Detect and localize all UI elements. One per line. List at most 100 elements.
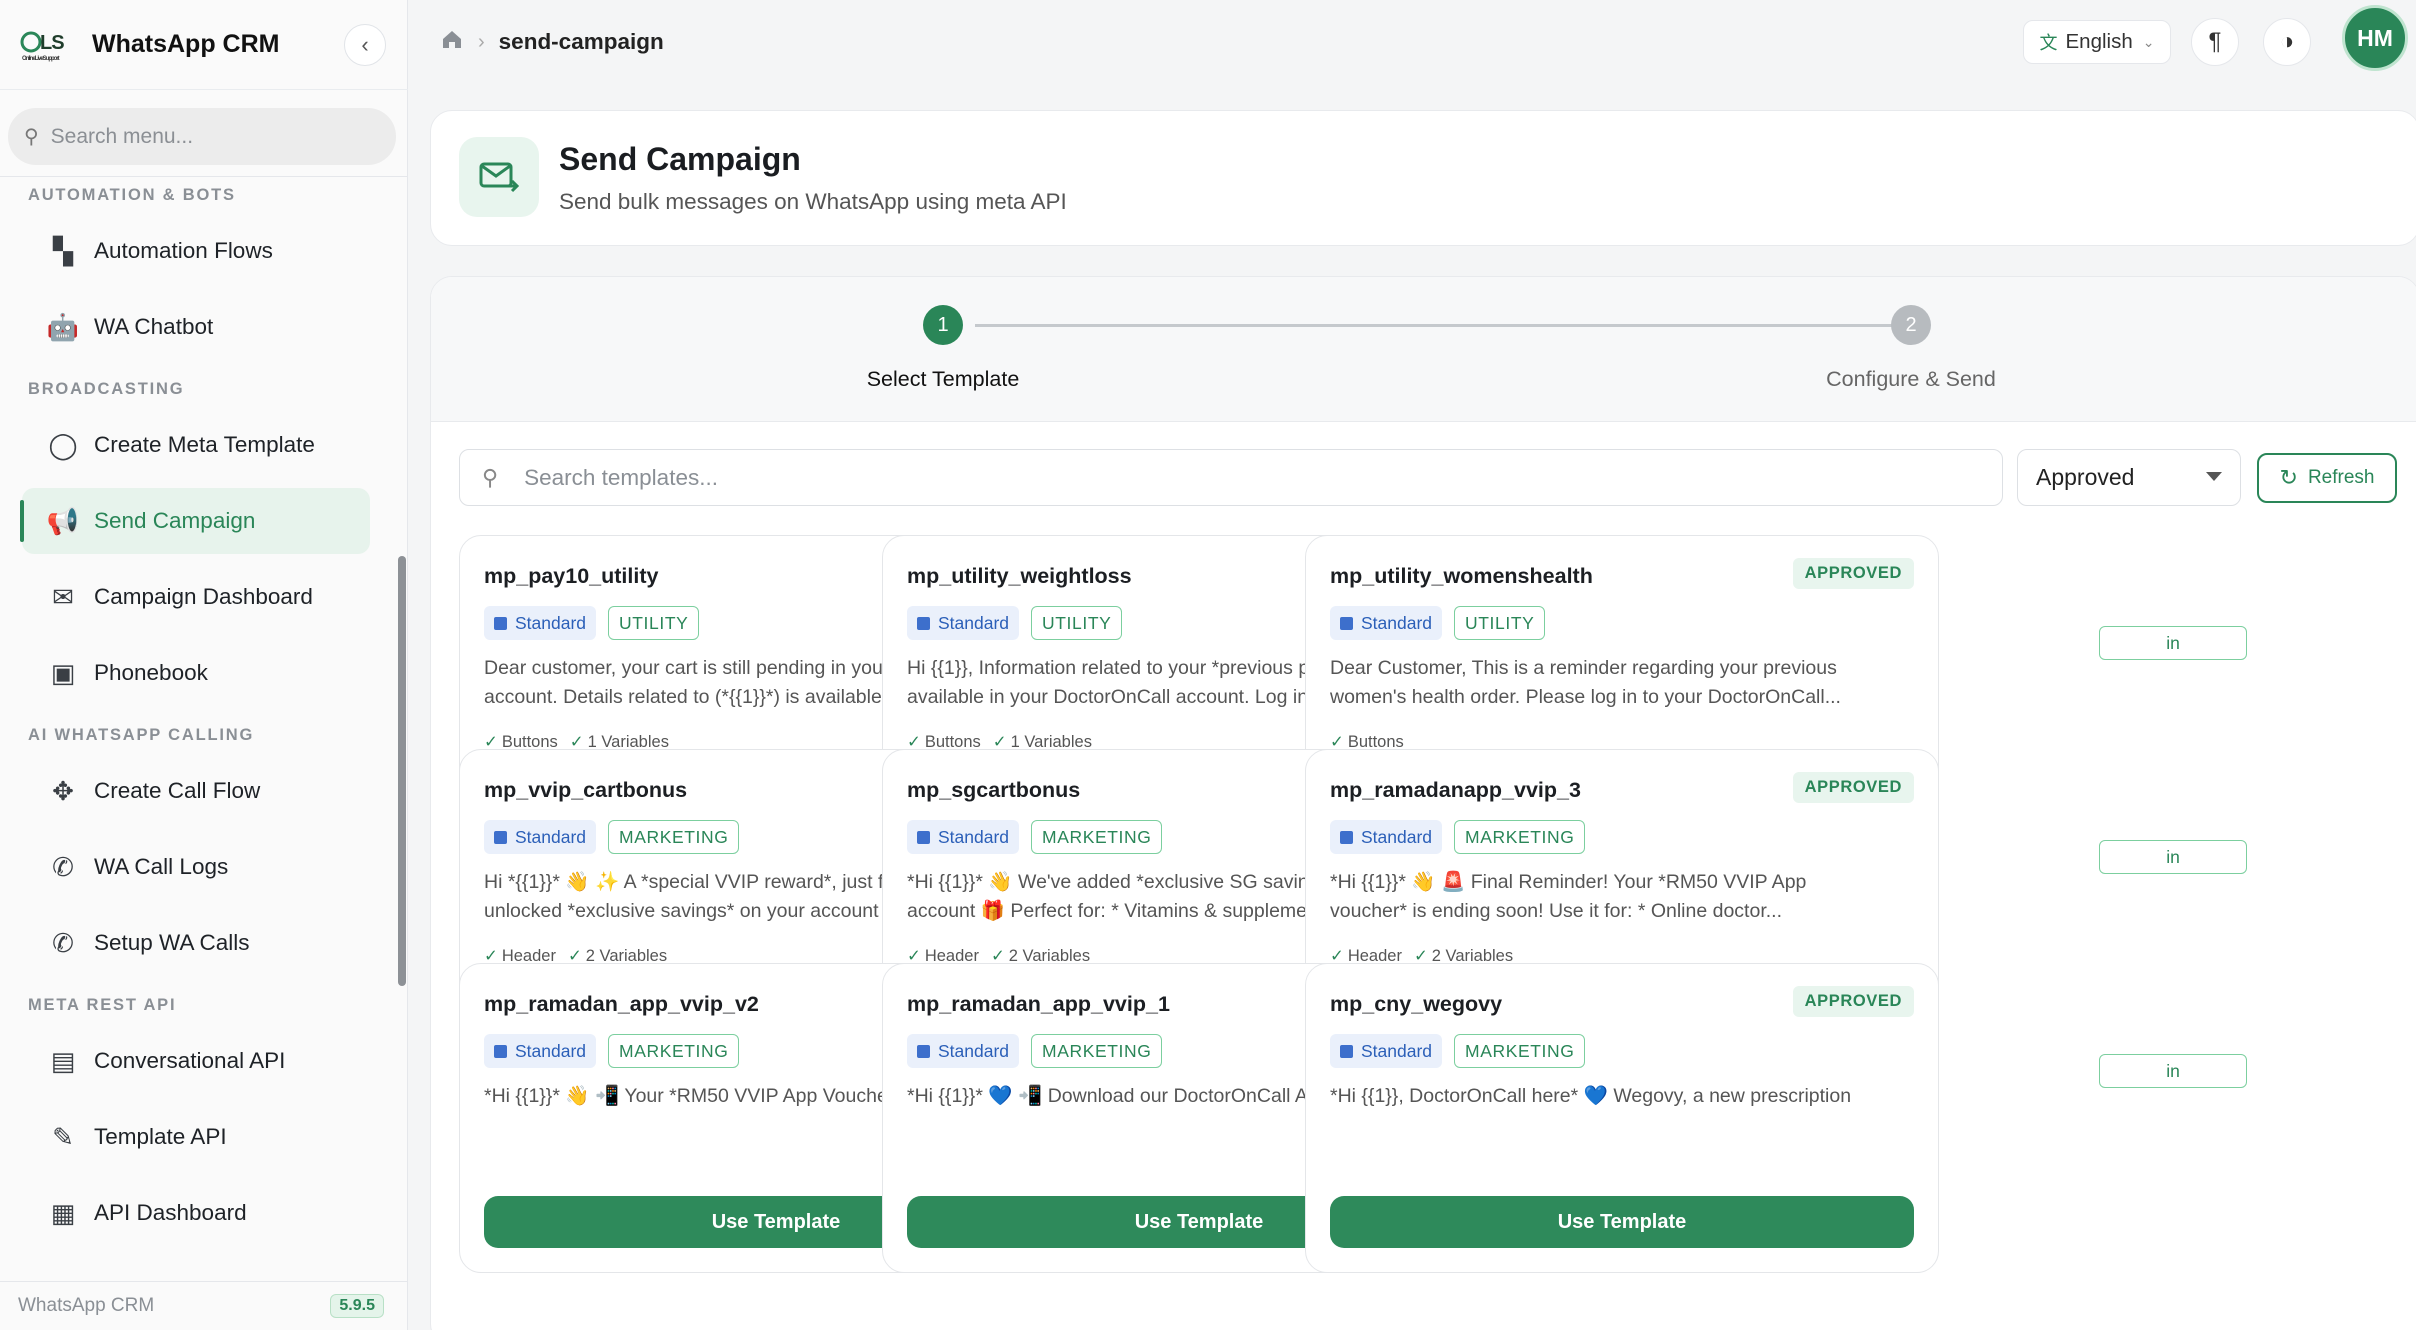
language-selector[interactable]: 文 English ⌄ bbox=[2023, 20, 2171, 64]
step-select-template: 1 Select Template bbox=[793, 305, 1093, 392]
status-filter-select[interactable]: Approved bbox=[2017, 449, 2241, 506]
template-tags: Standard UTILITY in bbox=[1330, 606, 1546, 640]
search-icon: ⚲ bbox=[24, 126, 39, 148]
language-tag: in bbox=[2099, 1054, 2247, 1088]
category-tag: UTILITY bbox=[1031, 606, 1123, 640]
standard-label: Standard bbox=[1361, 826, 1433, 847]
sidebar-item-create-call-flow[interactable]: ✥ Create Call Flow bbox=[22, 758, 370, 824]
template-tags: Standard MARKETING in bbox=[1330, 820, 1586, 854]
language-tag: in bbox=[2099, 626, 2247, 660]
sidebar-item-phonebook[interactable]: ▣ Phonebook bbox=[22, 640, 370, 706]
standard-tag: Standard bbox=[1330, 820, 1443, 854]
footer-app-name: WhatsApp CRM bbox=[18, 1295, 155, 1316]
use-template-button[interactable]: Use Template bbox=[1330, 1196, 1914, 1248]
stepper-line bbox=[975, 324, 1895, 327]
sidebar-item-wa-chatbot[interactable]: 🤖 WA Chatbot bbox=[22, 294, 370, 360]
sidebar-item-template-api[interactable]: ✎ Template API bbox=[22, 1104, 370, 1170]
step-label: Select Template bbox=[866, 367, 1020, 391]
standard-label: Standard bbox=[515, 826, 587, 847]
step-number: 2 bbox=[1891, 305, 1931, 345]
sidebar-item-create-meta-template[interactable]: ◯ Create Meta Template bbox=[22, 412, 370, 478]
brand: LS OnlineLiveSupport WhatsApp CRM ‹ bbox=[0, 0, 408, 90]
document-icon bbox=[917, 1044, 930, 1058]
standard-label: Standard bbox=[515, 612, 587, 633]
mail-chart-icon: ✉ bbox=[52, 581, 74, 612]
standard-tag: Standard bbox=[1330, 1034, 1443, 1068]
sidebar-item-label: Send Campaign bbox=[94, 508, 256, 533]
megaphone-icon: 📢 bbox=[46, 505, 80, 536]
sidebar-item-campaign-dashboard[interactable]: ✉ Campaign Dashboard bbox=[22, 564, 370, 630]
template-tags: Standard MARKETING in bbox=[484, 1034, 2247, 1088]
sidebar-item-label: API Dashboard bbox=[94, 1200, 247, 1225]
app-name: WhatsApp CRM bbox=[92, 30, 280, 58]
standard-label: Standard bbox=[938, 612, 1010, 633]
collapse-sidebar-button[interactable]: ‹ bbox=[344, 24, 386, 66]
sidebar-item-conversational-api[interactable]: ▤ Conversational API bbox=[22, 1028, 370, 1094]
theme-toggle-button[interactable]: ◑ bbox=[2263, 18, 2311, 66]
language-tag: in bbox=[2099, 840, 2247, 874]
template-search-input[interactable]: ⚲ Search templates... bbox=[459, 449, 2003, 506]
version-badge: 5.9.5 bbox=[330, 1294, 384, 1318]
sidebar-item-automation-flows[interactable]: ▚ Automation Flows bbox=[22, 218, 370, 284]
text-direction-button[interactable]: ¶ bbox=[2191, 18, 2239, 66]
description-line: *Hi {{1}}, DoctorOnCall here* 💙 Wegovy, … bbox=[1330, 1085, 1852, 1107]
category-tag: MARKETING bbox=[1454, 820, 1586, 854]
call-flow-icon: ✥ bbox=[52, 775, 74, 806]
sidebar-item-send-campaign[interactable]: 📢 Send Campaign bbox=[20, 488, 370, 554]
menu-section-title: BROADCASTING bbox=[28, 380, 185, 398]
topbar: › send-campaign 文 English ⌄ ¶ ◑ HM bbox=[408, 0, 2416, 84]
phone-setup-icon: ✆ bbox=[52, 927, 74, 958]
status-filter-value: Approved bbox=[2036, 464, 2135, 490]
template-name: mp_pay10_utility bbox=[484, 564, 659, 588]
sidebar-scrollbar[interactable] bbox=[398, 556, 406, 986]
category-tag: MARKETING bbox=[1031, 820, 1163, 854]
sidebar-item-label: Setup WA Calls bbox=[94, 930, 250, 955]
user-avatar[interactable]: HM bbox=[2342, 5, 2408, 71]
document-icon bbox=[917, 830, 930, 844]
sidebar-item-wa-call-logs[interactable]: ✆ WA Call Logs bbox=[22, 834, 370, 900]
step-label: Configure & Send bbox=[1826, 367, 1996, 391]
home-icon[interactable] bbox=[440, 28, 464, 57]
standard-label: Standard bbox=[515, 1040, 587, 1061]
template-name: mp_ramadan_app_vvip_1 bbox=[907, 992, 1170, 1016]
language-label: English bbox=[2065, 30, 2133, 53]
sidebar-item-label: Create Meta Template bbox=[94, 432, 315, 457]
refresh-button[interactable]: ↻ Refresh bbox=[2257, 453, 2397, 503]
standard-tag: Standard bbox=[484, 606, 597, 640]
category-tag: MARKETING bbox=[608, 1034, 740, 1068]
bot-icon: 🤖 bbox=[46, 311, 80, 342]
template-search-placeholder: Search templates... bbox=[524, 464, 718, 490]
svg-text:LS: LS bbox=[40, 32, 64, 54]
sidebar-item-label: Conversational API bbox=[94, 1048, 286, 1073]
category-tag: UTILITY bbox=[608, 606, 700, 640]
menu-section-title: AI WHATSAPP CALLING bbox=[28, 726, 255, 744]
refresh-label: Refresh bbox=[2307, 467, 2375, 488]
category-tag: MARKETING bbox=[608, 820, 740, 854]
chevron-left-icon: ‹ bbox=[361, 32, 369, 57]
standard-tag: Standard bbox=[907, 606, 1020, 640]
template-description: Dear Customer, This is a reminder regard… bbox=[1330, 654, 1916, 712]
sidebar-item-api-dashboard[interactable]: ▦ API Dashboard bbox=[22, 1180, 370, 1246]
description-line: Dear Customer, This is a reminder regard… bbox=[1330, 657, 1837, 679]
sidebar-menu: AUTOMATION & BOTS ▚ Automation Flows 🤖 WA Ch… bbox=[0, 176, 392, 1281]
template-tags: Standard UTILITY in bbox=[484, 606, 2247, 660]
document-icon bbox=[1340, 830, 1353, 844]
standard-label: Standard bbox=[1361, 612, 1433, 633]
document-icon bbox=[494, 830, 507, 844]
chevron-down-icon: ⌄ bbox=[2142, 33, 2155, 50]
standard-tag: Standard bbox=[907, 820, 1020, 854]
template-name: mp_utility_weightloss bbox=[907, 564, 1132, 588]
menu-section-title: META REST API bbox=[28, 996, 177, 1014]
menu-search-input[interactable]: ⚲ Search menu... bbox=[8, 108, 396, 165]
sidebar-item-setup-wa-calls[interactable]: ✆ Setup WA Calls bbox=[22, 910, 370, 976]
template-name: mp_ramadan_app_vvip_v2 bbox=[484, 992, 759, 1016]
sidebar-item-label: WA Call Logs bbox=[94, 854, 229, 879]
breadcrumb: › send-campaign bbox=[440, 28, 664, 57]
sidebar-item-label: WA Chatbot bbox=[94, 314, 214, 339]
standard-tag: Standard bbox=[484, 820, 597, 854]
template-name: mp_vvip_cartbonus bbox=[484, 778, 688, 802]
document-icon bbox=[1340, 616, 1353, 630]
description-line: *Hi {{1}}* 👋 🚨 Final Reminder! Your *RM5… bbox=[1330, 871, 1807, 893]
template-icon: ✎ bbox=[52, 1121, 74, 1152]
flow-icon: ▚ bbox=[53, 235, 73, 266]
